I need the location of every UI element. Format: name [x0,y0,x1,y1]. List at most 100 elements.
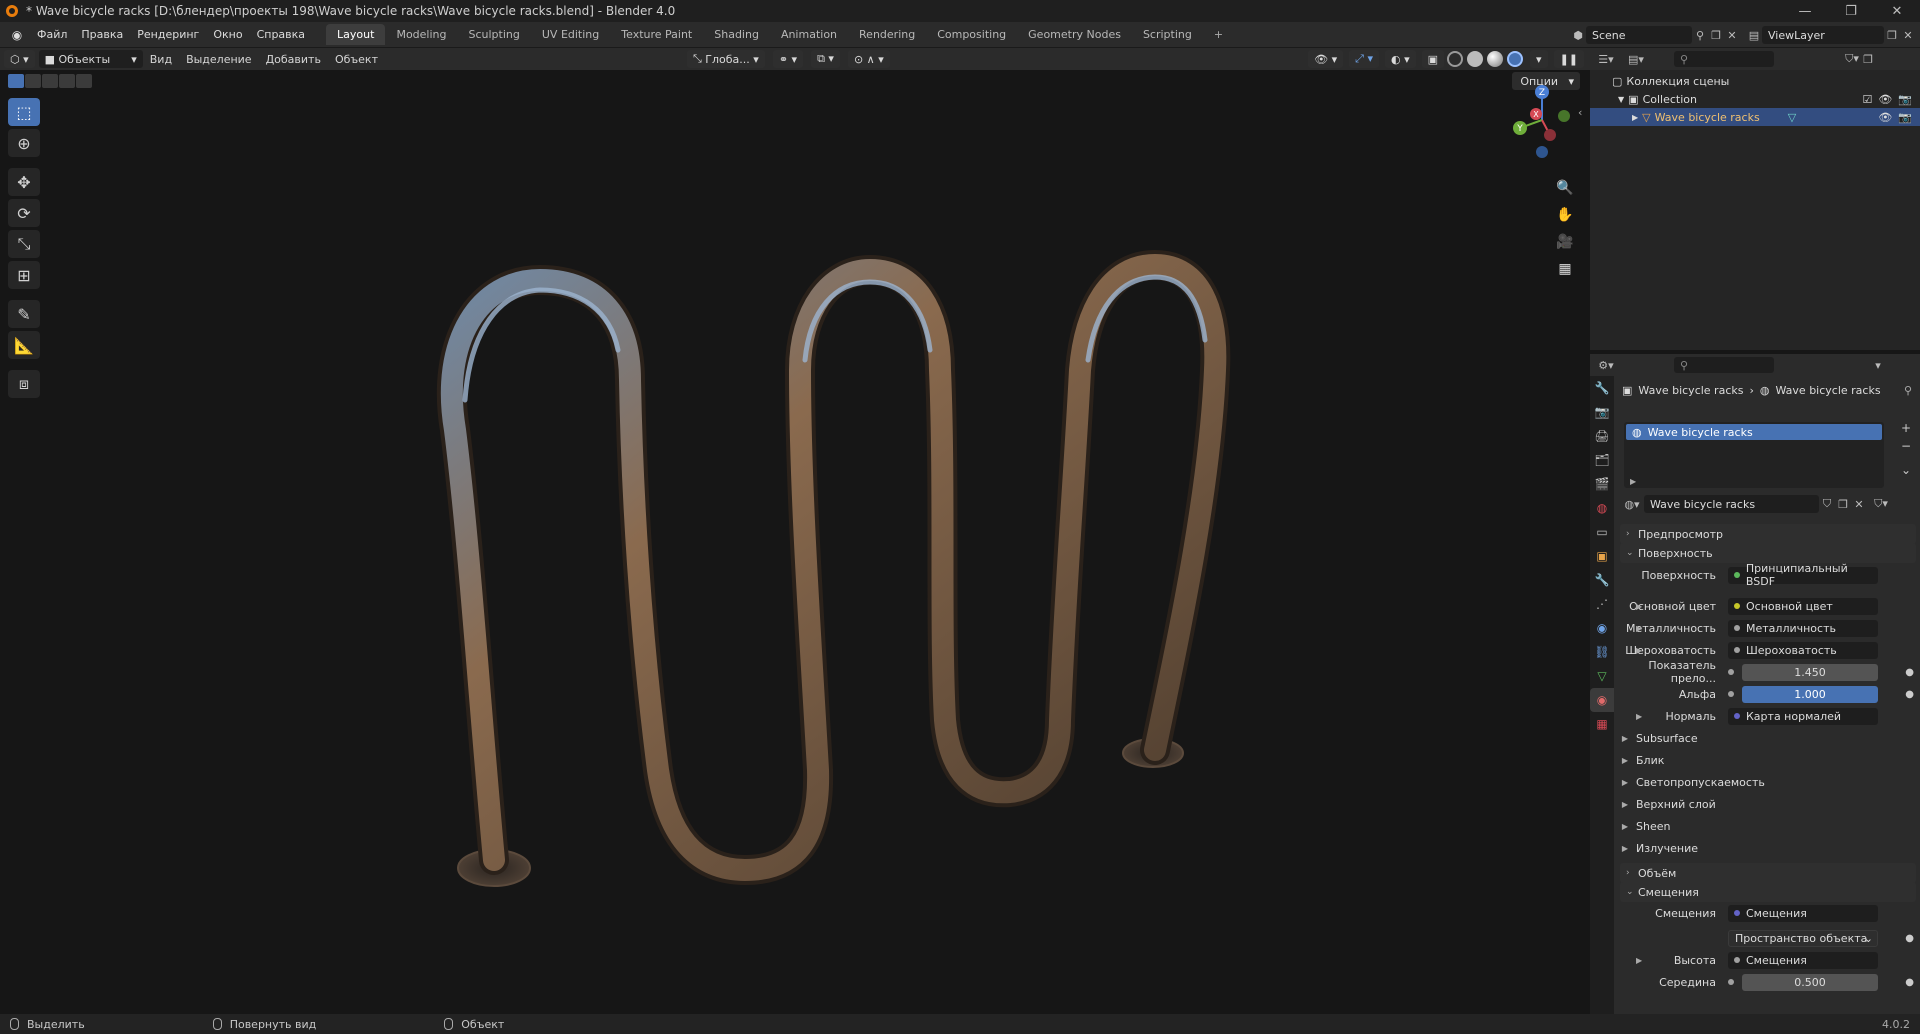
new-scene-icon[interactable]: ❐ [1708,27,1724,43]
volume-panel-header[interactable]: › Объём [1620,863,1916,883]
alpha-slider[interactable]: 1.000 [1728,685,1878,703]
visibility-eye-icon[interactable]: 👁 [1878,111,1892,124]
outliner-object-row[interactable]: ▶ ▽ Wave bicycle racks ▽ 👁 📷 [1590,108,1920,126]
keyframe-dot-icon[interactable]: ● [1905,689,1914,700]
material-slot-item[interactable]: ◍ Wave bicycle racks [1626,424,1882,440]
modifier-tab-icon[interactable]: 🔧 [1590,568,1614,592]
remove-slot-icon[interactable]: − [1898,438,1914,454]
tab-rendering[interactable]: Rendering [848,24,926,45]
collection-tab-icon[interactable]: ▭ [1590,520,1614,544]
tab-sculpting[interactable]: Sculpting [458,24,531,45]
tool-tab-icon[interactable]: 🔧 [1590,376,1614,400]
expand-chevron-icon[interactable]: ▶ [1636,712,1642,721]
delete-scene-icon[interactable]: ✕ [1724,27,1740,43]
visibility-eye-icon[interactable]: 👁 [1878,93,1892,106]
pivot-dropdown[interactable]: ⚭ ▾ [772,50,804,68]
pan-hand-icon[interactable]: ✋ [1553,203,1577,227]
subpanel-sheen[interactable]: ▶ Sheen [1614,817,1920,835]
duplicate-material-icon[interactable]: ❐ [1835,496,1851,512]
bicycle-rack-model[interactable] [0,70,1590,1014]
material-preview-shading-button[interactable] [1487,51,1504,67]
base-color-field[interactable]: Основной цвет [1728,597,1878,615]
surface-shader-field[interactable]: Принципиальный BSDF [1728,562,1878,588]
menu-view[interactable]: Вид [143,53,179,66]
maximize-button[interactable]: ❐ [1828,0,1874,22]
data-tab-icon[interactable]: ▽ [1590,664,1614,688]
menu-object[interactable]: Объект [328,53,385,66]
proportional-edit-toggle[interactable]: ⊙ ∧ ▾ [847,50,890,68]
properties-search-field[interactable]: ⚲ [1674,357,1774,373]
properties-options-icon[interactable]: ▾ [1870,357,1886,373]
midlevel-slider[interactable]: 0.500 [1728,973,1878,991]
new-collection-icon[interactable]: ❐ [1860,51,1876,67]
roughness-field[interactable]: Шероховатость [1728,641,1878,659]
subpanel-subsurface[interactable]: ▶ Subsurface [1614,729,1920,747]
browse-material-icon[interactable]: ◍▾ [1624,496,1640,512]
outliner-display-mode-icon[interactable]: ▤▾ [1628,51,1644,67]
tab-scripting[interactable]: Scripting [1132,24,1203,45]
sidebar-toggle-icon[interactable]: ‹ [1578,106,1582,119]
add-workspace-button[interactable]: + [1203,24,1234,45]
3d-viewport[interactable]: Опции ▾ ⬚ ⊕ ✥ ⟳ ⤡ ⊞ ✎ 📐 ⧈ Z Y X ‹ 🔍 ✋ 🎥 … [0,70,1590,1014]
zoom-icon[interactable]: 🔍 [1553,176,1577,200]
add-slot-icon[interactable]: + [1898,420,1914,436]
properties-editor-type-icon[interactable]: ⚙▾ [1598,357,1614,373]
expand-chevron-icon[interactable]: ▶ [1636,956,1642,965]
outliner-collection[interactable]: ▼ ▣ Collection ☑ 👁 📷 [1590,90,1920,108]
solid-shading-button[interactable] [1467,51,1484,67]
menu-edit[interactable]: Правка [74,28,130,41]
view-layer-name-field[interactable]: ViewLayer [1762,26,1884,44]
mode-dropdown[interactable]: ■ Объекты ▾ [38,50,143,68]
tab-animation[interactable]: Animation [770,24,848,45]
outliner-search-field[interactable]: ⚲ [1674,51,1774,67]
expand-chevron-icon[interactable]: ▶ [1636,646,1642,655]
menu-render[interactable]: Рендеринг [130,28,206,41]
render-camera-icon[interactable]: 📷 [1898,111,1912,124]
visibility-dropdown[interactable]: 👁 ▾ [1308,50,1344,68]
gizmo-neg-x-icon[interactable] [1544,129,1556,141]
tab-compositing[interactable]: Compositing [926,24,1017,45]
gizmo-toggle[interactable]: ⤢ ▾ [1349,50,1379,68]
scene-tab-icon[interactable]: 🎬 [1590,472,1614,496]
minimize-button[interactable]: — [1782,0,1828,22]
render-tab-icon[interactable]: 📷 [1590,400,1614,424]
scene-name-field[interactable]: Scene [1586,26,1692,44]
tab-modeling[interactable]: Modeling [385,24,457,45]
pin-icon[interactable]: ⚲ [1904,384,1912,397]
displacement-field[interactable]: Смещения [1728,904,1878,922]
shading-options-dropdown[interactable]: ▾ [1530,50,1548,68]
world-tab-icon[interactable]: ◍ [1590,496,1614,520]
render-camera-icon[interactable]: 📷 [1898,93,1912,106]
expand-chevron-icon[interactable]: ▼ [1618,95,1624,104]
orientation-dropdown[interactable]: ⤡ Глоба... ▾ [687,50,765,68]
navigation-gizmo[interactable]: Z Y X [1500,80,1580,160]
gizmo-neg-z-icon[interactable] [1536,146,1548,158]
xray-toggle[interactable]: ▣ [1421,50,1445,68]
keyframe-dot-icon[interactable]: ● [1905,933,1914,944]
material-filter-icon[interactable]: ⛉▾ [1873,496,1889,512]
constraints-tab-icon[interactable]: ⛓ [1590,640,1614,664]
subpanel-emission[interactable]: ▶ Излучение [1614,839,1920,857]
tab-layout[interactable]: Layout [326,24,386,45]
fake-user-shield-icon[interactable]: ⛉ [1819,496,1835,512]
subpanel-transmission[interactable]: ▶ Светопропускаемость [1614,773,1920,791]
subpanel-specular[interactable]: ▶ Блик [1614,751,1920,769]
particles-tab-icon[interactable]: ⋰ [1590,592,1614,616]
grid-ortho-icon[interactable]: ▦ [1553,257,1577,281]
output-tab-icon[interactable]: 🖨 [1590,424,1614,448]
slot-menu-chevron-icon[interactable]: ⌄ [1898,462,1914,478]
preview-panel-header[interactable]: › Предпросмотр [1620,524,1916,544]
tab-texture-paint[interactable]: Texture Paint [610,24,703,45]
metallic-field[interactable]: Металличность [1728,619,1878,637]
texture-tab-icon[interactable]: ▦ [1590,712,1614,736]
rendered-shading-button[interactable] [1507,51,1524,67]
wireframe-shading-button[interactable] [1447,51,1464,67]
unlink-material-icon[interactable]: ✕ [1851,496,1867,512]
displacement-space-dropdown[interactable]: Пространство объекта ⌄ [1728,929,1878,947]
menu-select[interactable]: Выделение [179,53,259,66]
menu-help[interactable]: Справка [250,28,312,41]
new-view-layer-icon[interactable]: ❐ [1884,27,1900,43]
material-name-field[interactable]: Wave bicycle racks [1644,495,1819,513]
expand-chevron-icon[interactable]: ▶ [1632,113,1638,122]
normal-field[interactable]: Карта нормалей [1728,707,1878,725]
